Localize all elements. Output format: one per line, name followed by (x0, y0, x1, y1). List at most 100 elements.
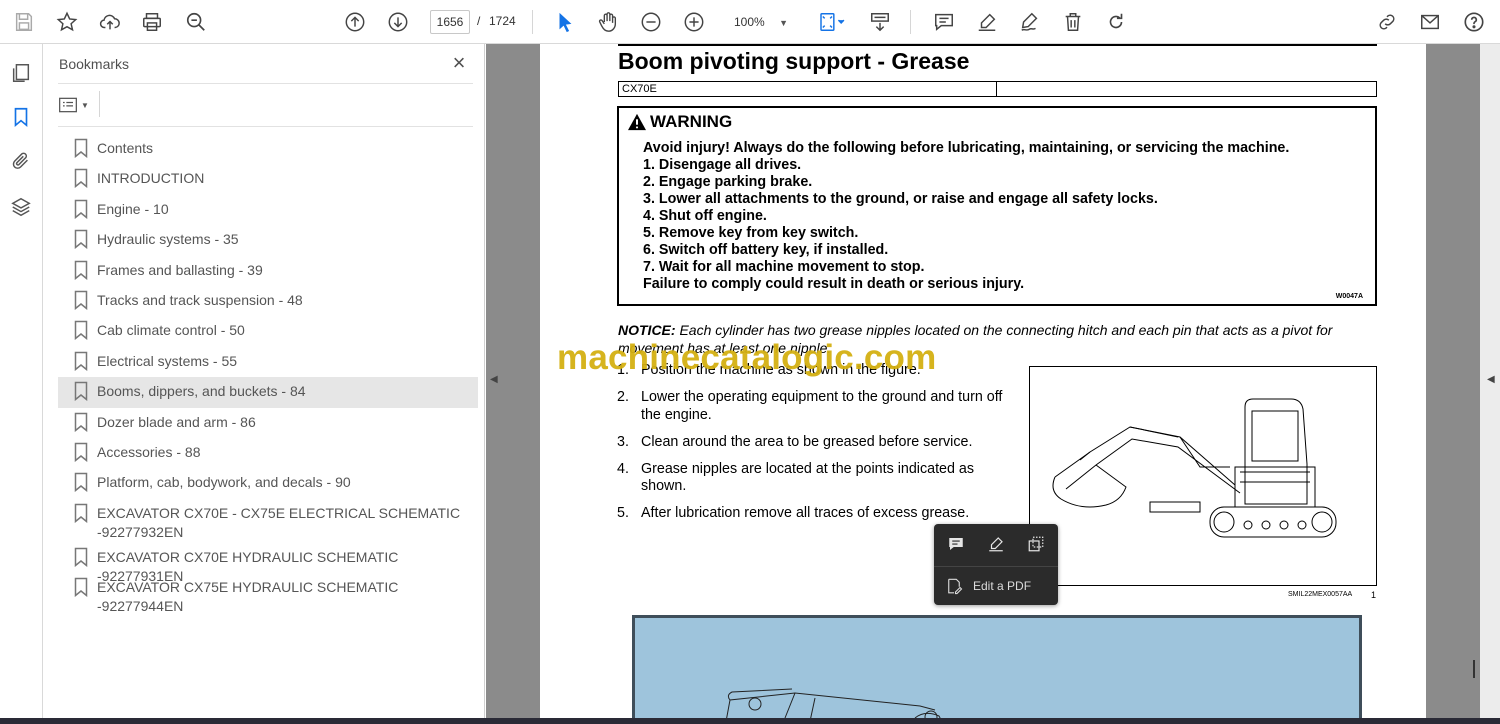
read-mode-icon[interactable] (866, 8, 894, 36)
help-icon[interactable] (1460, 8, 1488, 36)
warning-heading: WARNING (627, 112, 732, 132)
bookmark-item[interactable]: Tracks and track suspension - 48 (58, 286, 478, 316)
bookmarks-icon[interactable] (8, 104, 34, 130)
bookmark-icon (74, 547, 88, 567)
bookmarks-panel: Bookmarks × ▼ Contents INTRODUCTION Engine… (44, 44, 485, 724)
next-page-icon[interactable] (384, 8, 412, 36)
chevron-down-icon: ▼ (81, 100, 89, 110)
comment-icon[interactable] (930, 8, 958, 36)
step-text: After lubrication remove all traces of e… (641, 505, 970, 522)
bookmark-item[interactable]: Electrical systems - 55 (58, 347, 478, 377)
page-thumbnails-icon[interactable] (8, 60, 34, 86)
expand-right-pane-icon[interactable]: ◀ (1487, 374, 1495, 385)
star-icon[interactable] (53, 8, 81, 36)
bookmark-label: Booms, dippers, and buckets - 84 (97, 383, 306, 400)
bookmark-label: Frames and ballasting - 39 (97, 261, 263, 278)
page-separator: / (477, 14, 481, 28)
divider (58, 83, 473, 84)
pdf-viewer-window: 1656 / 1724 100% ▼ Bookmarks × ▼ Content… (0, 0, 1500, 724)
attachments-icon[interactable] (8, 148, 34, 174)
warning-box: WARNING Avoid injury! Always do the foll… (617, 106, 1377, 306)
share-link-icon[interactable] (1373, 8, 1401, 36)
step-text: Grease nipples are located at the points… (641, 460, 975, 495)
sign-icon[interactable] (1016, 8, 1044, 36)
bookmark-item[interactable]: Dozer blade and arm - 86 (58, 408, 478, 438)
bookmark-item[interactable]: Contents (58, 134, 478, 164)
warning-line: 4. Shut off engine. (643, 208, 767, 224)
warning-triangle-icon (628, 113, 646, 131)
layers-icon[interactable] (8, 194, 34, 220)
toolbar-divider (532, 10, 533, 34)
copy-icon[interactable] (1024, 532, 1048, 556)
pdf-page: Boom pivoting support - Grease CX70E WAR… (540, 44, 1426, 724)
page-title: Boom pivoting support - Grease (618, 48, 970, 74)
zoom-in-icon[interactable] (680, 8, 708, 36)
bookmark-label: INTRODUCTION (97, 170, 205, 187)
bookmark-icon (74, 472, 88, 493)
save-icon[interactable] (10, 8, 38, 36)
zoom-out-icon[interactable] (637, 8, 665, 36)
bookmark-item[interactable]: Cab climate control - 50 (58, 316, 478, 346)
model-table: CX70E (618, 81, 1377, 97)
bookmark-item[interactable]: Booms, dippers, and buckets - 84 (58, 377, 478, 408)
bookmark-item[interactable]: Engine - 10 (58, 195, 478, 225)
figure-number: 1 (1371, 590, 1377, 600)
divider (58, 126, 473, 127)
bookmark-item[interactable]: EXCAVATOR CX70E HYDRAULIC SCHEMATIC -922… (58, 543, 478, 584)
bookmark-item[interactable]: Hydraulic systems - 35 (58, 225, 478, 255)
quick-actions-popup: Edit a PDF (934, 524, 1058, 605)
redo-icon[interactable] (1102, 8, 1130, 36)
warning-line: 2. Engage parking brake. (643, 174, 813, 190)
bookmark-label: Platform, cab, bodywork, and decals - 90 (97, 474, 351, 491)
procedure-steps: 1. Position the machine as shown in the f… (617, 362, 1012, 532)
warning-text: Avoid injury! Always do the following be… (643, 140, 1363, 293)
highlight-icon[interactable] (984, 532, 1008, 556)
bookmark-label: Contents (97, 140, 154, 156)
page-number-input[interactable]: 1656 (430, 10, 470, 34)
chevron-down-icon: ▼ (779, 18, 788, 28)
procedure-step: 5. After lubrication remove all traces of… (617, 505, 1012, 523)
panel-title: Bookmarks (59, 56, 130, 72)
edit-pdf-button[interactable]: Edit a PDF (945, 577, 1031, 595)
bookmark-item[interactable]: EXCAVATOR CX70E - CX75E ELECTRICAL SCHEM… (58, 499, 478, 543)
highlight-pen-icon[interactable] (973, 8, 1001, 36)
bookmark-item[interactable]: INTRODUCTION (58, 164, 478, 194)
bookmark-item[interactable]: Accessories - 88 (58, 438, 478, 468)
bookmark-item[interactable]: Frames and ballasting - 39 (58, 256, 478, 286)
select-cursor-icon[interactable] (551, 8, 579, 36)
collapse-panel-icon[interactable]: ◀ (490, 374, 498, 385)
warning-line: 7. Wait for all machine movement to stop… (643, 259, 925, 275)
bookmark-options-button[interactable]: ▼ (58, 94, 92, 116)
bookmark-icon (74, 381, 88, 402)
warning-line: Failure to comply could result in death … (643, 276, 1025, 292)
edit-pdf-icon (948, 578, 963, 595)
upload-cloud-icon[interactable] (96, 8, 124, 36)
bookmark-icon (74, 290, 88, 311)
bookmark-item[interactable]: EXCAVATOR CX75E HYDRAULIC SCHEMATIC -922… (58, 573, 478, 614)
add-comment-icon[interactable] (944, 532, 968, 556)
scrollbar-thumb[interactable] (1473, 660, 1475, 678)
trash-icon[interactable] (1059, 8, 1087, 36)
print-icon[interactable] (138, 8, 166, 36)
divider (99, 91, 100, 117)
zoom-level-dropdown[interactable]: 100% ▼ (722, 10, 794, 34)
bookmark-item[interactable]: Platform, cab, bodywork, and decals - 90 (58, 468, 478, 498)
excavator-figure (1029, 366, 1377, 586)
hand-tool-icon[interactable] (594, 8, 622, 36)
bookmark-icon (74, 199, 88, 219)
bookmark-icon (74, 577, 88, 598)
boom-drawing (725, 688, 944, 724)
bookmark-label: Electrical systems - 55 (97, 352, 238, 369)
close-icon[interactable]: × (448, 52, 470, 74)
step-number: 5. (617, 505, 629, 522)
navigation-rail (0, 44, 43, 724)
list-options-icon (59, 97, 77, 113)
bookmark-icon (74, 168, 88, 189)
fit-page-icon[interactable] (812, 8, 852, 36)
email-icon[interactable] (1416, 8, 1444, 36)
zoom-search-icon[interactable] (182, 8, 210, 36)
bookmark-icon (74, 503, 88, 523)
procedure-step: 2. Lower the operating equipment to the g… (617, 389, 1012, 424)
bookmark-label: Tracks and track suspension - 48 (97, 291, 303, 308)
previous-page-icon[interactable] (341, 8, 369, 36)
